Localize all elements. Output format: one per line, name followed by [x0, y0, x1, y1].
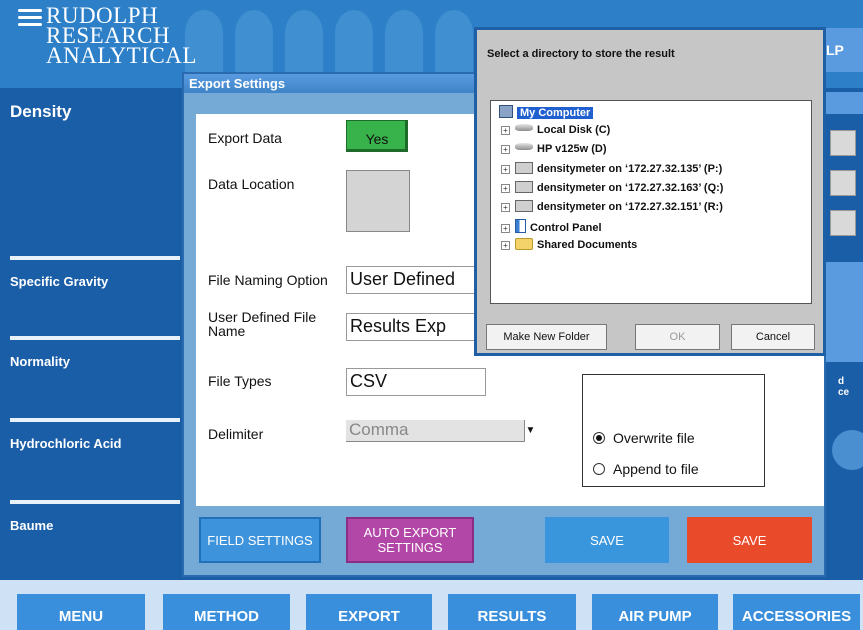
make-new-folder-button[interactable]: Make New Folder — [486, 324, 607, 350]
radio-selected-icon[interactable] — [593, 432, 605, 444]
export-data-label: Export Data — [208, 130, 282, 146]
file-types-select[interactable]: CSV — [346, 368, 486, 396]
data-location-label: Data Location — [208, 176, 295, 192]
tree-item-label: Control Panel — [530, 222, 602, 234]
control-panel-icon — [515, 219, 526, 233]
cancel-button[interactable]: Cancel — [731, 324, 815, 350]
sidebar-item-normality[interactable]: Normality — [10, 348, 182, 369]
nav-air-pump-button[interactable]: AIR PUMP — [592, 594, 718, 630]
dialog-title: Select a directory to store the result — [487, 48, 675, 60]
expand-icon[interactable]: + — [501, 184, 510, 193]
logo-text-line3: ANALYTICAL — [46, 43, 197, 68]
tree-item-label: densitymeter on ‘172.27.32.163’ (Q:) — [537, 182, 724, 194]
partial-text: ce — [838, 387, 850, 398]
help-button[interactable]: LP — [820, 28, 863, 72]
user-defined-name-label: User Defined File Name — [208, 310, 316, 338]
tree-item-local-disk[interactable]: + Local Disk (C) — [501, 124, 610, 141]
select-directory-dialog: Select a directory to store the result M… — [474, 27, 826, 356]
sidebar-divider — [10, 336, 180, 340]
disk-icon — [515, 124, 533, 131]
file-types-label: File Types — [208, 373, 272, 389]
expand-icon[interactable]: + — [501, 203, 510, 212]
radio-unselected-icon[interactable] — [593, 463, 605, 475]
rudolph-logo: RUDOLPH RESEARCH ANALYTICAL — [18, 4, 197, 68]
button-line: SETTINGS — [377, 540, 443, 555]
tree-item-label: Local Disk (C) — [537, 124, 611, 136]
nav-export-button[interactable]: EXPORT — [306, 594, 432, 630]
expand-icon[interactable]: + — [501, 224, 510, 233]
right-strip-partial-label: d ce — [838, 376, 849, 398]
file-naming-select[interactable]: User Defined — [346, 266, 476, 294]
tree-item-my-computer[interactable]: My Computer — [499, 105, 594, 122]
sidebar-divider — [10, 418, 180, 422]
sidebar-divider — [10, 256, 180, 260]
tree-item-label: Shared Documents — [537, 239, 638, 251]
right-strip-field[interactable] — [830, 130, 856, 156]
tree-item-network-r[interactable]: + densitymeter on ‘172.27.32.151’ (R:) — [501, 200, 723, 217]
partial-text: d — [838, 376, 845, 387]
tree-item-label: My Computer — [517, 107, 594, 119]
file-naming-label: File Naming Option — [208, 272, 328, 288]
data-location-field[interactable] — [346, 170, 410, 232]
tree-item-hp-drive[interactable]: + HP v125w (D) — [501, 143, 607, 160]
sidebar-item-specific-gravity[interactable]: Specific Gravity — [10, 268, 182, 289]
nav-menu-button[interactable]: MENU — [17, 594, 145, 630]
disk-icon — [515, 143, 533, 150]
directory-tree[interactable]: My Computer + Local Disk (C) + HP v125w (D… — [490, 100, 812, 304]
network-drive-icon — [515, 200, 533, 212]
label-line: Name — [208, 323, 246, 339]
ok-button[interactable]: OK — [635, 324, 720, 350]
tree-item-network-p[interactable]: + densitymeter on ‘172.27.32.135’ (P:) — [501, 162, 722, 179]
network-drive-icon — [515, 181, 533, 193]
expand-icon[interactable]: + — [501, 145, 510, 154]
delimiter-label: Delimiter — [208, 426, 264, 442]
computer-icon — [499, 105, 513, 118]
save-button-red[interactable]: SAVE — [687, 517, 812, 563]
button-line: AUTO EXPORT — [363, 525, 457, 540]
nav-accessories-button[interactable]: ACCESSORIES — [733, 594, 860, 630]
append-option[interactable]: Append to file — [593, 461, 699, 477]
save-button-blue[interactable]: SAVE — [545, 517, 669, 563]
sidebar-divider — [10, 500, 180, 504]
sidebar: Density Specific Gravity Normality Hydro… — [0, 88, 182, 578]
sidebar-item-baume[interactable]: Baume — [10, 512, 182, 533]
right-strip-band — [826, 262, 863, 362]
expand-icon[interactable]: + — [501, 241, 510, 250]
network-drive-icon — [515, 162, 533, 174]
folder-icon — [515, 238, 533, 250]
append-label: Append to file — [613, 461, 699, 477]
right-strip-field[interactable] — [830, 210, 856, 236]
delimiter-value: Comma — [349, 420, 409, 439]
expand-icon[interactable]: + — [501, 165, 510, 174]
expand-icon[interactable]: + — [501, 126, 510, 135]
delimiter-select[interactable]: Comma ▼ — [346, 420, 536, 442]
overwrite-option[interactable]: Overwrite file — [593, 430, 695, 446]
auto-export-settings-button[interactable]: AUTO EXPORT SETTINGS — [346, 517, 474, 563]
tree-item-label: densitymeter on ‘172.27.32.151’ (R:) — [537, 201, 723, 213]
sidebar-item-hydrochloric-acid[interactable]: Hydrochloric Acid — [10, 430, 182, 451]
right-strip-band — [826, 92, 863, 114]
logo-lines-icon — [18, 9, 42, 30]
tree-item-label: densitymeter on ‘172.27.32.135’ (P:) — [537, 163, 723, 175]
file-mode-group: Overwrite file Append to file — [582, 374, 765, 487]
tree-item-label: HP v125w (D) — [537, 143, 607, 155]
nav-results-button[interactable]: RESULTS — [448, 594, 576, 630]
sidebar-item-density[interactable]: Density — [10, 96, 182, 122]
tree-item-network-q[interactable]: + densitymeter on ‘172.27.32.163’ (Q:) — [501, 181, 723, 198]
tree-item-shared-documents[interactable]: + Shared Documents — [501, 238, 637, 255]
export-data-yes-button[interactable]: Yes — [346, 120, 408, 152]
dropdown-arrow-icon[interactable]: ▼ — [524, 420, 536, 442]
user-defined-name-input[interactable]: Results Exp — [346, 313, 476, 341]
field-settings-button[interactable]: FIELD SETTINGS — [199, 517, 321, 563]
overwrite-label: Overwrite file — [613, 430, 695, 446]
right-strip-field[interactable] — [830, 170, 856, 196]
nav-method-button[interactable]: METHOD — [163, 594, 290, 630]
tree-item-control-panel[interactable]: + Control Panel — [501, 219, 602, 236]
